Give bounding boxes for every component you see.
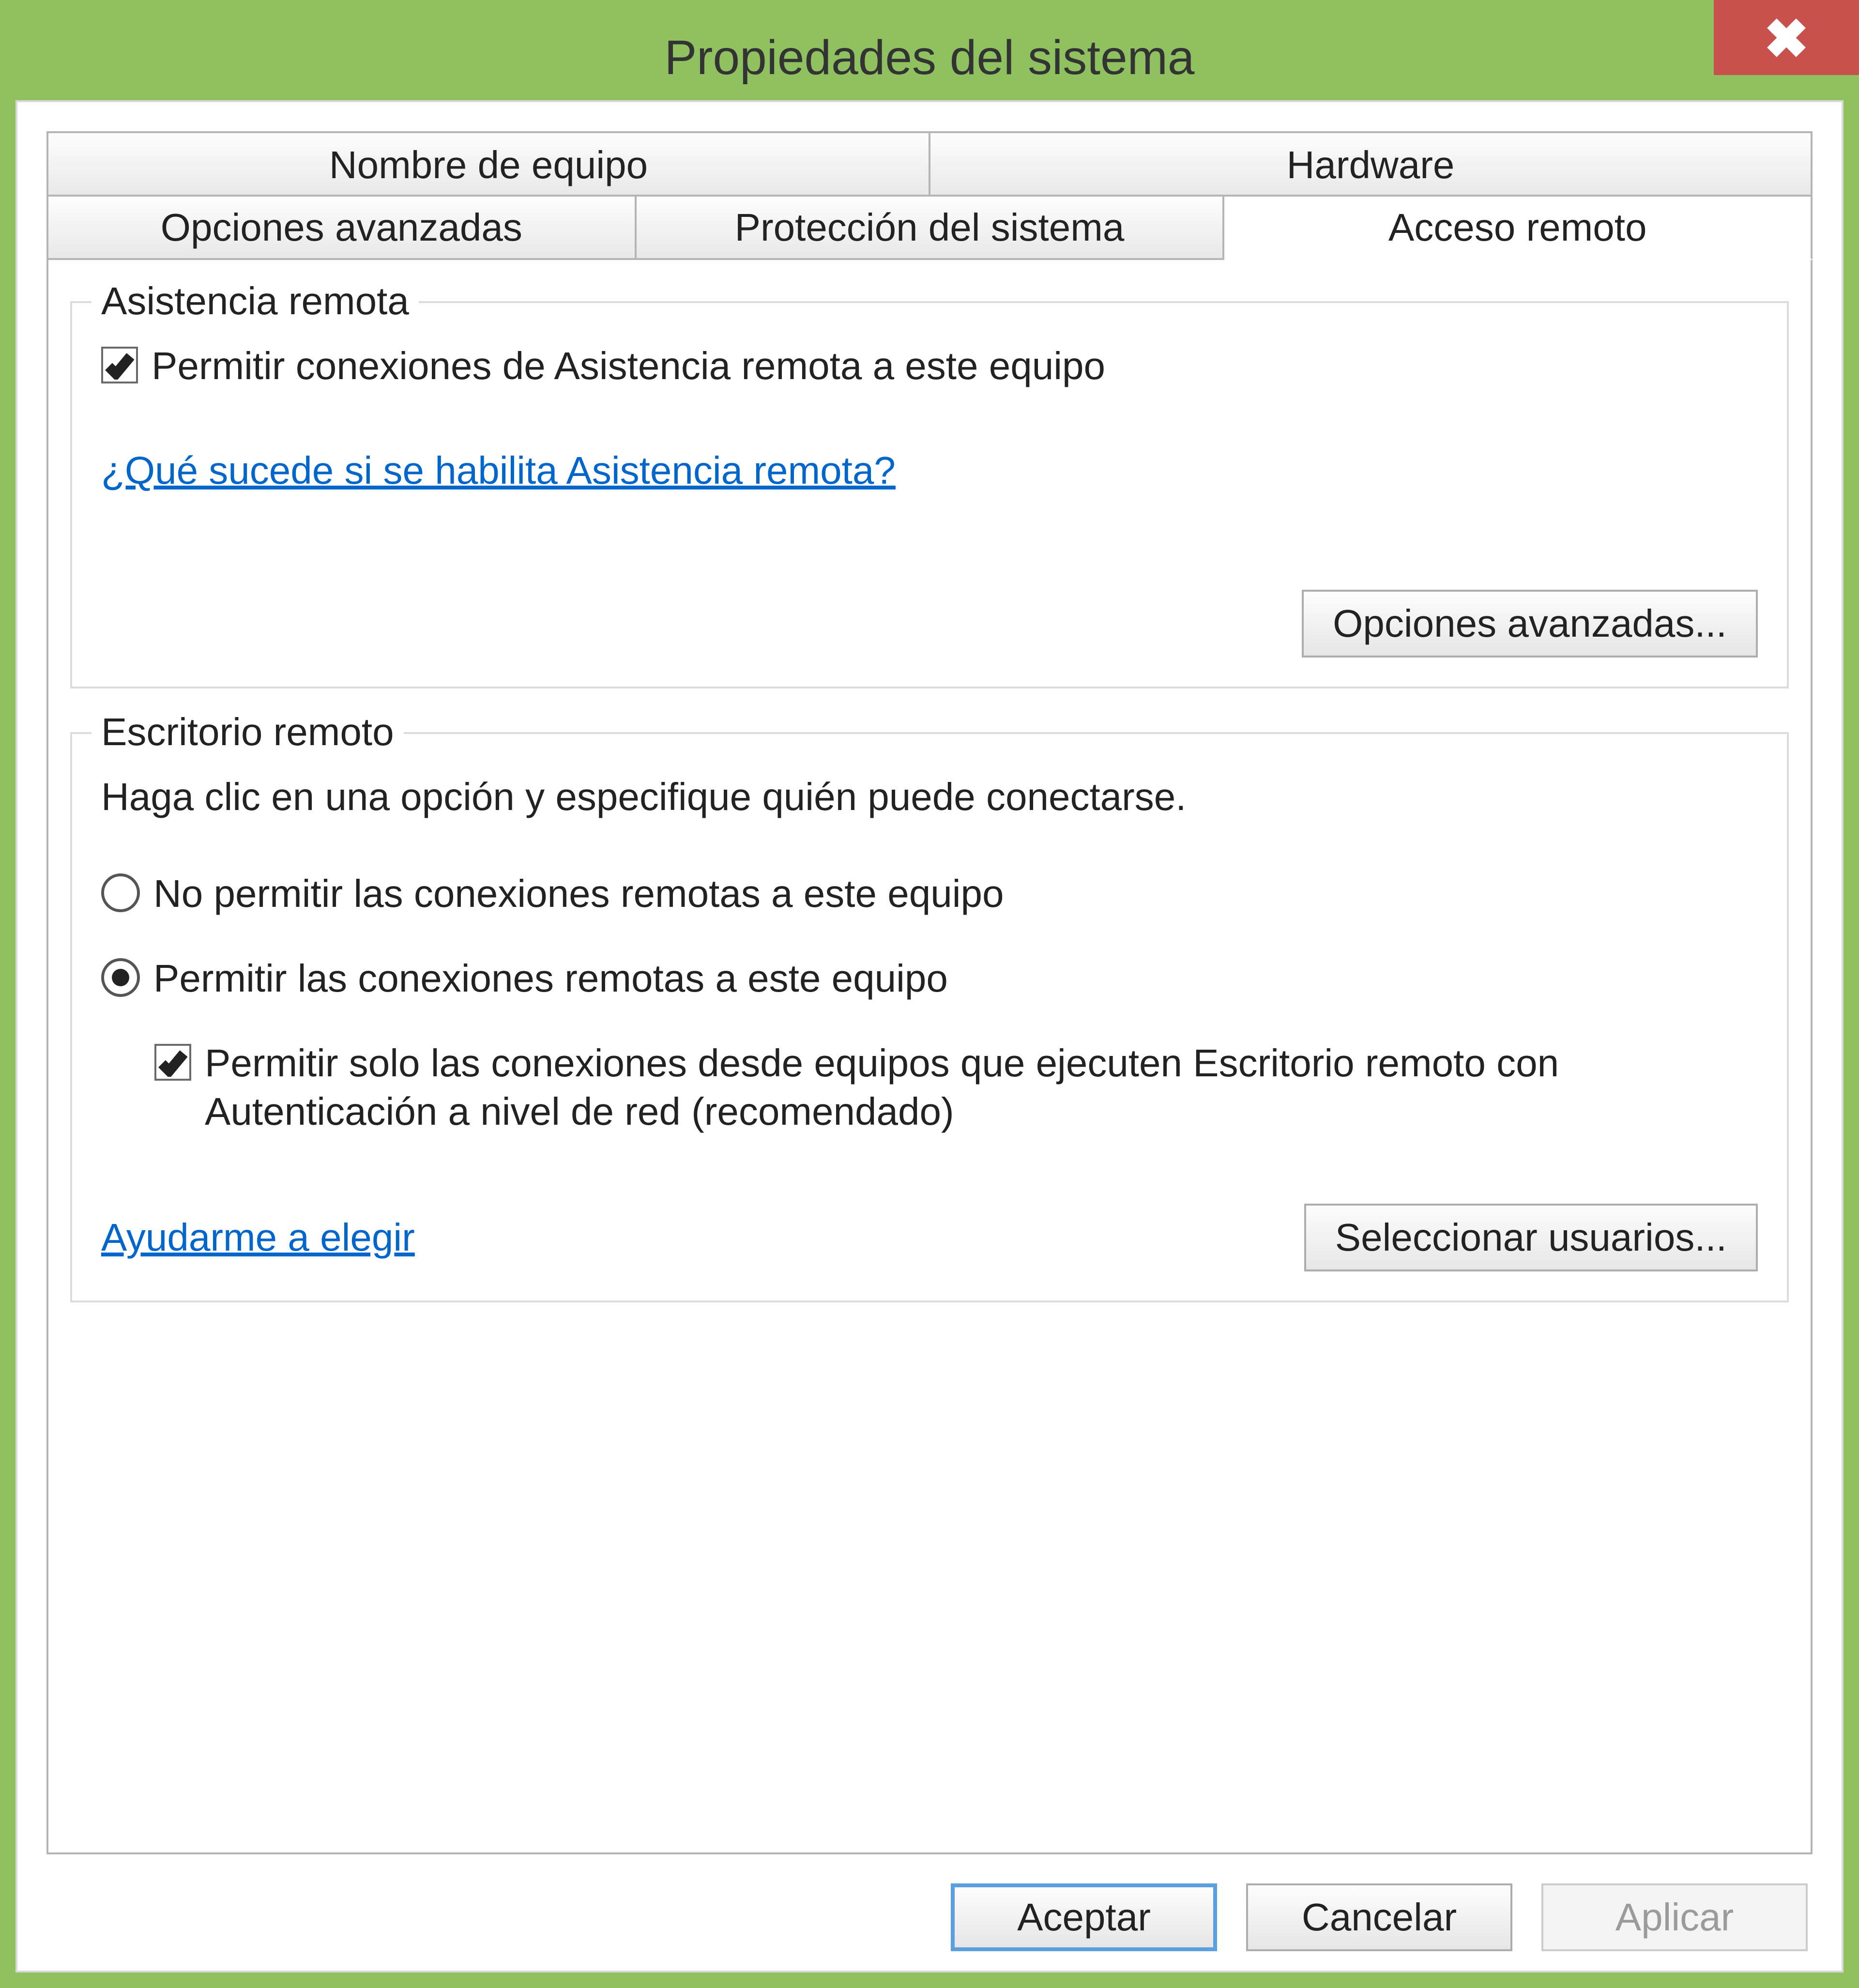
tab-computer-name[interactable]: Nombre de equipo [46, 131, 930, 197]
radio-dot-icon [112, 969, 129, 986]
link-help-me-choose[interactable]: Ayudarme a elegir [101, 1215, 415, 1260]
check-icon [158, 1048, 187, 1077]
client-area: Nombre de equipo Hardware Opciones avanz… [15, 100, 1844, 1973]
button-select-users[interactable]: Seleccionar usuarios... [1304, 1204, 1758, 1271]
checkbox-allow-remote-assistance[interactable] [101, 347, 138, 383]
label-allow-remote: Permitir las conexiones remotas a este e… [153, 954, 948, 1003]
close-button[interactable] [1714, 0, 1859, 75]
label-allow-remote-assistance: Permitir conexiones de Asistencia remota… [152, 342, 1105, 390]
group-remote-assistance-legend: Asistencia remota [91, 279, 419, 323]
radio-allow-remote[interactable] [101, 958, 140, 997]
tab-advanced-options[interactable]: Opciones avanzadas [46, 195, 637, 260]
group-remote-desktop: Escritorio remoto Haga clic en una opció… [70, 732, 1789, 1302]
button-cancel[interactable]: Cancelar [1246, 1883, 1512, 1951]
button-ok[interactable]: Aceptar [951, 1883, 1217, 1951]
label-nla: Permitir solo las conexiones desde equip… [205, 1039, 1657, 1136]
close-icon [1767, 18, 1806, 57]
system-properties-window: Propiedades del sistema Nombre de equipo… [0, 0, 1859, 1988]
label-disallow-remote: No permitir las conexiones remotas a est… [153, 870, 1004, 918]
tab-hardware[interactable]: Hardware [930, 131, 1813, 197]
checkbox-nla[interactable] [154, 1044, 191, 1081]
check-icon [105, 351, 134, 380]
tab-system-protection[interactable]: Protección del sistema [637, 195, 1225, 260]
tabstrip: Nombre de equipo Hardware Opciones avanz… [46, 131, 1813, 260]
dialog-button-row: Aceptar Cancelar Aplicar [46, 1883, 1813, 1951]
group-remote-desktop-legend: Escritorio remoto [91, 710, 404, 754]
titlebar: Propiedades del sistema [15, 15, 1844, 100]
tab-panel-remote: Asistencia remota Permitir conexiones de… [46, 258, 1813, 1854]
tab-remote-access[interactable]: Acceso remoto [1224, 195, 1813, 260]
button-ra-advanced-options[interactable]: Opciones avanzadas... [1302, 590, 1758, 658]
remote-desktop-instruction: Haga clic en una opción y especifique qu… [101, 773, 1758, 821]
radio-disallow-remote[interactable] [101, 873, 140, 912]
group-remote-assistance: Asistencia remota Permitir conexiones de… [70, 301, 1789, 688]
button-apply: Aplicar [1541, 1883, 1808, 1951]
window-title: Propiedades del sistema [664, 30, 1194, 86]
link-remote-assistance-help[interactable]: ¿Qué sucede si se habilita Asistencia re… [101, 448, 896, 493]
